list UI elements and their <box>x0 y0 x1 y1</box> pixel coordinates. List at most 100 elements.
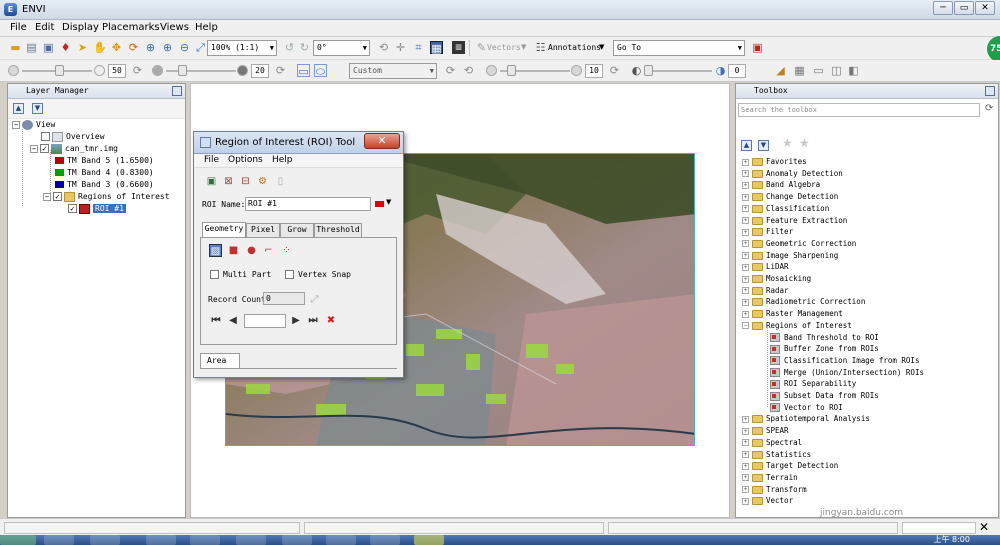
toolbox-folder[interactable]: + Mosaicking <box>742 273 811 285</box>
flicker-icon[interactable]: ◫ <box>830 64 843 77</box>
rotate-icon[interactable]: ⟳ <box>127 41 140 54</box>
pan-hand-icon[interactable]: ✋ <box>93 41 107 54</box>
expand-icon[interactable]: + <box>742 181 749 189</box>
expand-icon[interactable]: + <box>742 228 749 236</box>
tree-band-5[interactable]: TM Band 5 (1.6500) <box>55 155 154 167</box>
taskbar-app-7[interactable] <box>326 535 356 545</box>
ellipse-icon[interactable]: ● <box>245 244 258 257</box>
multi-part-checkbox[interactable] <box>210 270 219 279</box>
delete-roi-icon[interactable]: ⊠ <box>222 175 235 188</box>
expand-icon[interactable]: + <box>742 158 749 166</box>
tab-pixel[interactable]: Pixel <box>246 223 280 237</box>
status-close-icon[interactable]: ✕ <box>979 520 989 534</box>
toolbox-tool[interactable]: Merge (Union/Intersection) ROIs <box>770 367 924 379</box>
sharpen-value[interactable]: 10 <box>585 64 603 78</box>
reset-sharpen-icon[interactable]: ⟳ <box>608 64 621 77</box>
toolbox-tool[interactable]: Classification Image from ROIs <box>770 355 919 367</box>
contrast-value[interactable]: 20 <box>251 64 269 78</box>
tree-band-4[interactable]: TM Band 4 (0.8300) <box>55 167 154 179</box>
taskbar-app-5[interactable] <box>236 535 266 545</box>
rotate-right-icon[interactable]: ↻ <box>298 41 311 54</box>
chart-icon[interactable]: ▦ <box>793 64 806 77</box>
expand-icon[interactable]: + <box>742 205 749 213</box>
placemark-icon[interactable]: ♦ <box>59 41 72 54</box>
roi-tool-icon[interactable]: ▦ <box>430 41 443 55</box>
start-button[interactable] <box>0 535 36 545</box>
toolbox-folder[interactable]: + Statistics <box>742 449 811 461</box>
transparency-value[interactable]: 0 <box>728 64 746 78</box>
toolbox-folder[interactable]: + Radiometric Correction <box>742 296 865 308</box>
brightness-value[interactable]: 50 <box>108 64 126 78</box>
rectangle-icon[interactable]: ■ <box>227 244 240 257</box>
toolbox-folder[interactable]: + LiDAR <box>742 261 789 273</box>
roi-color-arrow[interactable]: ▼ <box>386 198 391 206</box>
crosshair-icon[interactable]: ✛ <box>394 41 407 54</box>
tree-regions[interactable]: − ✓ Regions of Interest <box>43 191 170 203</box>
toolbox-folder[interactable]: + Spectral <box>742 437 802 449</box>
toolbox-folder[interactable]: + Filter <box>742 226 793 238</box>
measure-icon[interactable]: ◢ <box>774 64 787 77</box>
transparency-slider[interactable] <box>646 70 712 72</box>
contrast-slider[interactable] <box>166 70 236 72</box>
toolbox-dock-icon[interactable] <box>985 86 995 96</box>
expand-icon[interactable]: + <box>742 474 749 482</box>
toolbox-folder[interactable]: + Spatiotemporal Analysis <box>742 413 870 425</box>
toolbox-folder[interactable]: + Band Algebra <box>742 179 820 191</box>
new-roi-icon[interactable]: ▣ <box>205 175 218 188</box>
zoom-combo[interactable]: 100% (1:1) ▼ <box>207 40 277 56</box>
roi-menu-options[interactable]: Options <box>228 155 263 165</box>
taskbar-app-8[interactable] <box>370 535 400 545</box>
select-cursor-icon[interactable]: ➤ <box>76 41 89 54</box>
expand-icon[interactable]: + <box>742 497 749 505</box>
menu-views[interactable]: Views <box>160 22 189 33</box>
reset-contrast-icon[interactable]: ⟳ <box>274 64 287 77</box>
toolbox-folder[interactable]: + SPEAR <box>742 425 789 437</box>
dock-icon[interactable] <box>172 86 182 96</box>
delete-record-icon[interactable]: ✖ <box>325 315 337 327</box>
roi-checkbox[interactable]: ✓ <box>68 204 77 213</box>
tree-view[interactable]: − View <box>12 119 55 131</box>
rotate-left-icon[interactable]: ↺ <box>283 41 296 54</box>
counter-icon[interactable]: ▥ <box>452 41 465 54</box>
expand-all-icon[interactable]: ▼ <box>32 103 43 114</box>
toolbox-folder[interactable]: + Vector <box>742 495 793 507</box>
expand-icon[interactable]: + <box>742 252 749 260</box>
export-roi-icon[interactable]: ⚙ <box>256 175 269 188</box>
expand-icon[interactable]: + <box>742 240 749 248</box>
stretch-custom-icon[interactable]: ⬭ <box>314 64 327 78</box>
vertex-snap-checkbox[interactable] <box>285 270 294 279</box>
toolbox-tool[interactable]: Subset Data from ROIs <box>770 390 879 402</box>
rotation-combo[interactable]: 0° ▼ <box>313 40 370 56</box>
toolbox-folder[interactable]: + Image Sharpening <box>742 250 838 262</box>
restore-button[interactable]: ▭ <box>954 1 974 15</box>
toolbox-folder[interactable]: + Terrain <box>742 472 798 484</box>
taskbar-app-4[interactable] <box>190 535 220 545</box>
taskbar-app-1[interactable] <box>44 535 74 545</box>
zoom-to-record-icon[interactable]: ⤢ <box>308 293 321 306</box>
goto-combo[interactable]: Go To ▼ <box>613 40 745 56</box>
reset-brightness-icon[interactable]: ⟳ <box>131 64 144 77</box>
fly-icon[interactable]: ✥ <box>110 41 123 54</box>
menu-edit[interactable]: Edit <box>35 22 54 33</box>
favorite-star-icon[interactable]: ★ <box>782 136 793 150</box>
file-checkbox[interactable]: ✓ <box>40 144 49 153</box>
stretch-combo[interactable]: Custom ▼ <box>349 63 437 79</box>
last-record-icon[interactable]: ⏭ <box>307 315 319 327</box>
expand-icon[interactable]: + <box>742 263 749 271</box>
toolbox-tool[interactable]: Buffer Zone from ROIs <box>770 343 879 355</box>
expand-icon[interactable]: + <box>742 287 749 295</box>
roi-menu-file[interactable]: File <box>204 155 219 165</box>
multi-part-option[interactable]: Multi Part <box>210 270 271 279</box>
record-index-input[interactable] <box>244 314 286 328</box>
vertex-snap-option[interactable]: Vertex Snap <box>285 270 351 279</box>
expand-icon[interactable]: + <box>742 193 749 201</box>
roi-dialog-titlebar[interactable]: Region of Interest (ROI) Tool ✕ <box>194 132 403 154</box>
taskbar-app-6[interactable] <box>282 535 312 545</box>
toolbox-tool[interactable]: Band Threshold to ROI <box>770 332 879 344</box>
roi-dialog-close-button[interactable]: ✕ <box>364 133 400 149</box>
delete-all-icon[interactable]: ⊟ <box>239 175 252 188</box>
toolbox-folder[interactable]: + Radar <box>742 285 789 297</box>
favorite-star-outline-icon[interactable]: ★ <box>799 136 810 150</box>
collapse-icon[interactable]: − <box>742 322 749 330</box>
zoom-in-icon[interactable]: ⊕ <box>161 41 174 54</box>
